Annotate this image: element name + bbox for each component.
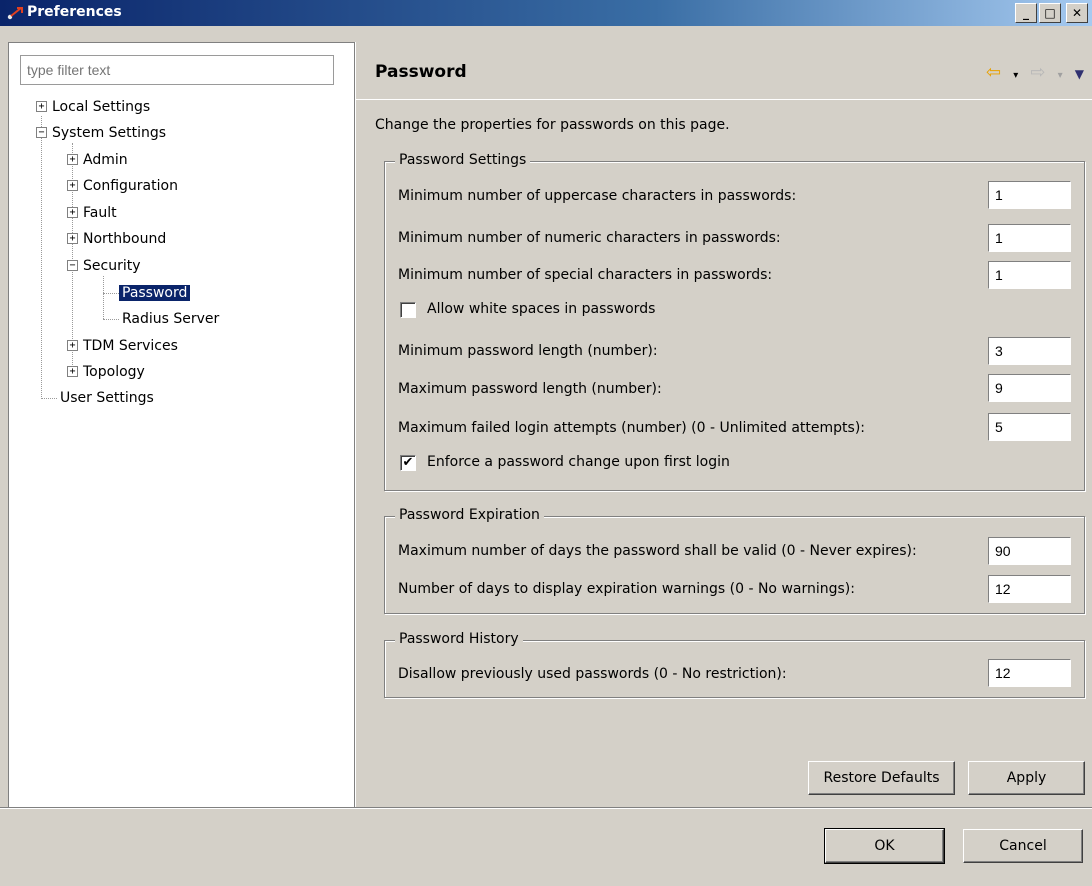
tree-item-label: TDM Services <box>83 338 178 354</box>
tree-item-user-settings[interactable]: User Settings <box>60 387 154 409</box>
password-history-group: Password History Disallow previously use… <box>384 631 1085 698</box>
tree-item-label: User Settings <box>60 390 154 406</box>
restore-defaults-button[interactable]: Restore Defaults <box>808 761 955 795</box>
cancel-button[interactable]: Cancel <box>963 829 1083 863</box>
days-valid-input[interactable] <box>988 537 1071 565</box>
failed-attempts-label: Maximum failed login attempts (number) (… <box>398 420 866 436</box>
min-length-input[interactable] <box>988 337 1071 365</box>
expand-icon[interactable]: + <box>67 340 78 351</box>
forward-history-dropdown-icon[interactable]: ▾ <box>1058 70 1063 81</box>
back-history-dropdown-icon[interactable]: ▾ <box>1013 70 1018 81</box>
collapse-icon[interactable]: − <box>36 127 47 138</box>
title-bar: Preferences _ □ ✕ <box>0 0 1092 26</box>
enforce-change-label: Enforce a password change upon first log… <box>427 454 730 470</box>
tree-item-label: Fault <box>83 205 117 221</box>
uppercase-min-input[interactable] <box>988 181 1071 209</box>
minimize-button[interactable]: _ <box>1015 3 1037 23</box>
days-valid-label: Maximum number of days the password shal… <box>398 543 917 559</box>
group-label: Password Expiration <box>395 507 544 523</box>
expand-icon[interactable]: + <box>67 366 78 377</box>
preferences-icon <box>7 7 23 20</box>
tree-item-label: Configuration <box>83 178 178 194</box>
ok-button[interactable]: OK <box>824 828 945 864</box>
tree-item-label: Northbound <box>83 231 167 247</box>
tree-item-radius-server[interactable]: Radius Server <box>122 308 219 330</box>
tree-item-label: Radius Server <box>122 311 220 327</box>
collapse-icon[interactable]: − <box>67 260 78 271</box>
enforce-change-checkbox[interactable]: ✔ <box>400 455 416 471</box>
tree-item-label: Admin <box>83 152 128 168</box>
allow-whitespace-label: Allow white spaces in passwords <box>427 301 656 317</box>
window-title: Preferences <box>27 4 122 20</box>
password-expiration-group: Password Expiration Maximum number of da… <box>384 507 1085 614</box>
numeric-label: Minimum number of numeric characters in … <box>398 230 781 246</box>
preference-page: Password ⇦ ▾ ⇨ ▾ ▼ Change the properties… <box>356 42 1092 807</box>
page-header: Password ⇦ ▾ ⇨ ▾ ▼ <box>356 42 1092 100</box>
tree-item-label: Topology <box>83 364 145 380</box>
expand-icon[interactable]: + <box>67 233 78 244</box>
forward-arrow-icon[interactable]: ⇨ <box>1030 62 1045 83</box>
max-length-label: Maximum password length (number): <box>398 381 662 397</box>
expiration-warning-label: Number of days to display expiration war… <box>398 581 855 597</box>
dialog-separator <box>0 807 1092 809</box>
back-arrow-icon[interactable]: ⇦ <box>986 62 1001 83</box>
group-label: Password Settings <box>395 152 531 168</box>
apply-button[interactable]: Apply <box>968 761 1085 795</box>
numeric-min-input[interactable] <box>988 224 1071 252</box>
disallow-previous-input[interactable] <box>988 659 1071 687</box>
disallow-previous-label: Disallow previously used passwords (0 - … <box>398 666 787 682</box>
tree-item-label: Local Settings <box>52 99 151 115</box>
page-nav: ⇦ ▾ ⇨ ▾ ▼ <box>978 62 1084 83</box>
group-label: Password History <box>395 631 523 647</box>
tree-item-label: System Settings <box>52 125 167 141</box>
max-length-input[interactable] <box>988 374 1071 402</box>
uppercase-label: Minimum number of uppercase characters i… <box>398 188 797 204</box>
filter-input[interactable] <box>20 55 334 85</box>
expand-icon[interactable]: + <box>36 101 47 112</box>
password-settings-group: Password Settings Minimum number of uppe… <box>384 152 1085 491</box>
close-button[interactable]: ✕ <box>1066 3 1088 23</box>
tree-item-label: Password <box>119 285 191 301</box>
expand-icon[interactable]: + <box>67 207 78 218</box>
expiration-warning-input[interactable] <box>988 575 1071 603</box>
failed-attempts-input[interactable] <box>988 413 1071 441</box>
page-description: Change the properties for passwords on t… <box>375 117 730 133</box>
expand-icon[interactable]: + <box>67 154 78 165</box>
special-label: Minimum number of special characters in … <box>398 267 773 283</box>
min-length-label: Minimum password length (number): <box>398 343 658 359</box>
view-menu-icon[interactable]: ▼ <box>1075 67 1084 81</box>
page-title: Password <box>375 62 467 82</box>
preferences-tree-pane <box>8 42 354 807</box>
maximize-button[interactable]: □ <box>1039 3 1061 23</box>
expand-icon[interactable]: + <box>67 180 78 191</box>
allow-whitespace-checkbox[interactable] <box>400 302 416 318</box>
tree-item-password[interactable]: Password <box>119 282 191 304</box>
tree-item-label: Security <box>83 258 141 274</box>
special-min-input[interactable] <box>988 261 1071 289</box>
